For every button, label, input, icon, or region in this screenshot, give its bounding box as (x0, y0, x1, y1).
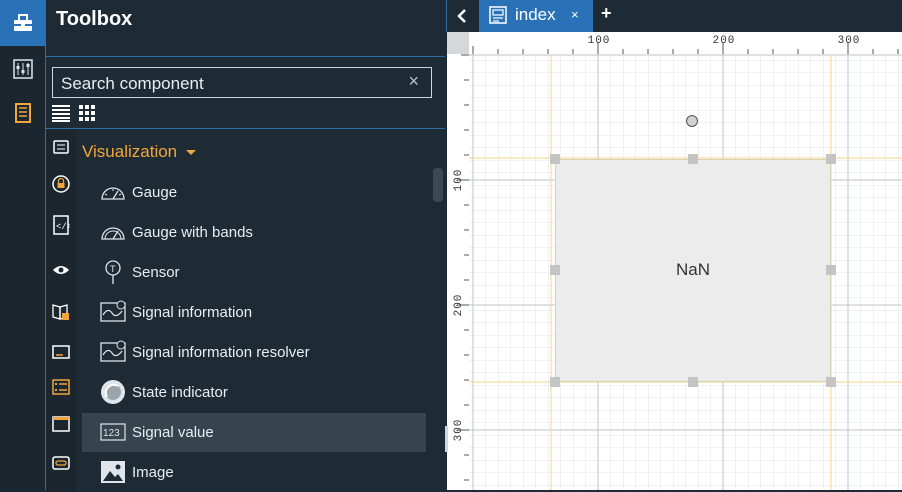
link-category-icon (52, 456, 70, 470)
component-label: Sensor (132, 264, 180, 281)
component-gauge[interactable]: Gauge (82, 173, 426, 212)
component-label: State indicator (132, 384, 228, 401)
tab-label: index (515, 5, 556, 24)
category-link-button[interactable] (46, 445, 76, 481)
component-image[interactable]: Image (82, 453, 426, 492)
resize-handle-right[interactable] (826, 265, 836, 275)
widget-value: NaN (675, 260, 710, 279)
rail-documents-button[interactable] (0, 90, 45, 136)
book-category-icon (52, 304, 69, 320)
page-icon (489, 6, 507, 24)
resize-handle-top-left[interactable] (550, 154, 560, 164)
eye-category-icon (53, 266, 69, 274)
gauge-bands-icon (101, 227, 125, 240)
component-label: Signal value (132, 424, 214, 441)
resize-handle-bottom-left[interactable] (550, 377, 560, 387)
svg-text:123: 123 (103, 428, 120, 439)
resize-handle-top[interactable] (688, 154, 698, 164)
left-rail (0, 0, 46, 490)
resize-handle-left[interactable] (550, 265, 560, 275)
category-window-button[interactable] (46, 406, 76, 442)
ruler-left-label: 100 (453, 169, 465, 192)
splitter-grip[interactable] (445, 426, 448, 452)
search-input[interactable] (59, 71, 393, 97)
category-script-button[interactable]: </> (46, 207, 76, 243)
signal-resolver-icon (100, 340, 126, 362)
lock-category-icon (52, 175, 70, 193)
signal-value-icon: 123 (100, 423, 126, 441)
back-button[interactable] (447, 0, 477, 32)
search-box: × (52, 67, 432, 98)
resize-handle-top-right[interactable] (826, 154, 836, 164)
dashboard-icon (12, 59, 33, 79)
list-category-icon (53, 140, 69, 154)
ruler-top-label: 300 (838, 35, 861, 47)
rail-toolbox-button[interactable] (0, 0, 45, 46)
svg-text:T: T (110, 264, 116, 274)
image-icon (101, 461, 125, 483)
signal-value-widget[interactable]: NaN (555, 159, 831, 382)
category-title[interactable]: Visualization (82, 142, 177, 162)
component-label: Gauge with bands (132, 224, 253, 241)
gauge-icon (101, 187, 125, 200)
component-state-indicator[interactable]: State indicator (82, 373, 426, 412)
rotate-handle[interactable] (686, 115, 698, 127)
script-category-icon: </> (53, 215, 70, 235)
toolbox-title: Toolbox (56, 8, 133, 30)
grid-view-icon[interactable] (78, 104, 96, 122)
chevron-left-icon (457, 9, 466, 23)
tab-bar: index × + (446, 0, 902, 32)
component-list: Visualization Gauge Gauge with bands T S… (76, 128, 445, 491)
category-list-button[interactable] (46, 129, 76, 165)
category-lock-button[interactable] (46, 166, 76, 202)
list-scrollbar[interactable] (433, 168, 443, 202)
document-list-icon (14, 103, 31, 123)
panel-splitter[interactable] (445, 32, 447, 490)
svg-text:</>: </> (56, 222, 70, 232)
signal-info-icon (100, 300, 126, 322)
component-label: Gauge (132, 184, 178, 201)
component-signal-information[interactable]: Signal information (82, 293, 426, 332)
component-label: Image (132, 464, 174, 481)
category-eye-button[interactable] (46, 252, 76, 288)
tab-close-icon[interactable]: × (571, 7, 579, 22)
resize-handle-bottom-right[interactable] (826, 377, 836, 387)
category-rail: </> (46, 128, 76, 491)
toolbox-panel: Toolbox × </> Visualization Gauge Gauge … (46, 0, 445, 491)
category-book-button[interactable] (46, 294, 76, 330)
state-indicator-icon (101, 380, 125, 404)
sensor-icon: T (105, 260, 121, 284)
caret-down-icon[interactable] (186, 150, 196, 155)
category-display-button[interactable] (46, 334, 76, 370)
ruler-left-label: 200 (453, 294, 465, 317)
ruler-top-label: 200 (713, 35, 736, 47)
component-signal-value[interactable]: 123 Signal value (82, 413, 426, 452)
component-label: Signal information (132, 304, 253, 321)
clear-search-icon[interactable]: × (408, 71, 419, 92)
window-category-icon (52, 416, 70, 432)
ruler-left-label: 300 (453, 419, 465, 442)
rail-dashboard-button[interactable] (0, 46, 45, 92)
list-view-icon[interactable] (52, 104, 70, 122)
component-signal-information-resolver[interactable]: Signal information resolver (82, 333, 426, 372)
display-category-icon (52, 345, 70, 359)
toolbox-header: Toolbox (46, 0, 445, 57)
component-gauge-with-bands[interactable]: Gauge with bands (82, 213, 426, 252)
category-list-items-button[interactable] (46, 369, 76, 405)
add-tab-button[interactable]: + (601, 3, 612, 24)
list-items-category-icon (52, 379, 70, 395)
component-sensor[interactable]: T Sensor (82, 253, 426, 292)
resize-handle-bottom[interactable] (688, 377, 698, 387)
tab-index[interactable]: index × (479, 0, 593, 32)
toolbox-icon (13, 14, 32, 31)
component-label: Signal information resolver (132, 344, 310, 361)
ruler-top-label: 100 (588, 35, 611, 47)
